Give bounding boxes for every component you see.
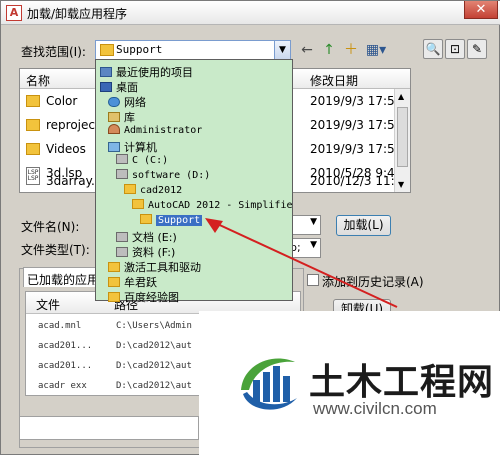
item-date: 2019/9/3 17:59: [310, 118, 403, 132]
item-name: Videos: [46, 142, 86, 156]
row-file: acadr exx: [38, 381, 87, 391]
dropdown-item[interactable]: cad2012: [124, 184, 182, 199]
watermark-title: 土木工程网: [309, 362, 495, 403]
status-field: [19, 416, 199, 440]
autocad-app-icon: A: [6, 5, 22, 21]
row-path: D:\cad2012\aut: [116, 381, 192, 391]
dropdown-item-label: 牟君跃: [124, 276, 157, 289]
vertical-scrollbar[interactable]: ▲ ▼: [394, 89, 410, 192]
folder-icon: [26, 119, 40, 131]
dropdown-item[interactable]: 库: [108, 109, 135, 124]
item-date: 2019/9/3 17:59: [310, 142, 403, 156]
dropdown-item-label: Support: [156, 215, 203, 226]
dropdown-item[interactable]: Administrator: [108, 124, 202, 139]
dropdown-item[interactable]: software (D:): [116, 169, 210, 184]
dropdown-item[interactable]: 文档 (E:): [116, 229, 177, 244]
folder-icon: [132, 199, 144, 209]
row-path: D:\cad2012\aut: [116, 341, 192, 351]
dropdown-item[interactable]: 网络: [108, 94, 146, 109]
look-in-label: 查找范围(I):: [21, 45, 86, 59]
dropdown-item[interactable]: 百度经验图: [108, 289, 179, 304]
row-file: acad.mnl: [38, 321, 82, 331]
network-icon: [108, 97, 120, 107]
views-icon[interactable]: ▦▾: [363, 40, 389, 60]
dropdown-item-selected[interactable]: Support: [140, 214, 203, 229]
watermark-url: www.civilcn.com: [313, 399, 437, 418]
title-bar[interactable]: A 加载/卸载应用程序 ✕: [1, 1, 500, 25]
folder-icon: [140, 214, 152, 224]
close-button[interactable]: ✕: [464, 1, 498, 19]
scroll-thumb[interactable]: [397, 107, 408, 167]
find-icon[interactable]: 🔍: [423, 39, 443, 59]
dropdown-item-label: software (D:): [132, 170, 211, 181]
folder-icon: [100, 44, 114, 56]
dropdown-item-label: AutoCAD 2012 - Simplifie: [148, 200, 293, 211]
row-file: acad201...: [38, 341, 93, 351]
drive-icon: [116, 247, 128, 257]
dropdown-item[interactable]: 最近使用的项目: [100, 64, 193, 79]
recent-icon: [100, 67, 112, 77]
dropdown-item[interactable]: 桌面: [100, 79, 138, 94]
dropdown-item-label: 最近使用的项目: [116, 66, 193, 79]
item-name: Color: [46, 94, 78, 108]
folder-icon: [108, 292, 120, 302]
folder-icon: [108, 277, 120, 287]
look-in-value: Support: [116, 43, 163, 56]
desktop-icon: [100, 82, 112, 92]
scroll-up-icon[interactable]: ▲: [398, 92, 404, 101]
preview-icon[interactable]: ⊡: [445, 39, 465, 59]
column-name[interactable]: 名称: [26, 72, 50, 89]
column-modified[interactable]: 修改日期: [310, 72, 358, 89]
row-path: D:\cad2012\aut: [116, 361, 192, 371]
dropdown-item-label: 文档 (E:): [132, 231, 177, 244]
user-icon: [108, 124, 120, 134]
dropdown-item[interactable]: C (C:): [116, 154, 168, 169]
computer-icon: [108, 142, 120, 152]
window-title: 加载/卸载应用程序: [27, 7, 128, 21]
folder-icon: [124, 184, 136, 194]
dropdown-item-label: 网络: [124, 96, 146, 109]
look-in-combo[interactable]: Support ▼: [95, 40, 291, 60]
dropdown-item-label: C (C:): [132, 155, 169, 166]
dropdown-item[interactable]: 资料 (F:): [116, 244, 175, 259]
back-icon[interactable]: ←: [297, 40, 317, 60]
drive-icon: [116, 154, 128, 164]
row-path: C:\Users\Admin: [116, 321, 192, 331]
dropdown-item-label: cad2012: [140, 185, 183, 196]
edit-icon[interactable]: ✎: [467, 39, 487, 59]
load-unload-dialog: A 加载/卸载应用程序 ✕ 查找范围(I): Support ▼ ← ↑ ＋ ▦…: [0, 0, 500, 456]
folder-icon: [26, 95, 40, 107]
civilcn-logo-icon: [241, 358, 297, 410]
new-folder-icon[interactable]: ＋: [341, 40, 361, 60]
item-date: 2019/9/3 17:59: [310, 94, 403, 108]
dropdown-item[interactable]: 牟君跃: [108, 274, 157, 289]
dropdown-item-label: 计算机: [124, 141, 157, 154]
folder-icon: [26, 143, 40, 155]
annotation-arrow: [205, 218, 398, 308]
dropdown-item-label: 百度经验图: [124, 291, 179, 304]
row-file: acad201...: [38, 361, 93, 371]
scroll-down-icon[interactable]: ▼: [398, 180, 404, 189]
dropdown-item[interactable]: 计算机: [108, 139, 157, 154]
file-type-label: 文件类型(T):: [21, 243, 90, 257]
drive-icon: [116, 169, 128, 179]
item-name: reproject: [46, 118, 100, 132]
library-icon: [108, 112, 120, 122]
dropdown-item-label: Administrator: [124, 125, 203, 136]
filename-label: 文件名(N):: [21, 220, 80, 234]
chevron-down-icon[interactable]: ▼: [274, 41, 290, 59]
up-folder-icon[interactable]: ↑: [319, 40, 339, 60]
folder-icon: [108, 262, 120, 272]
dropdown-item-label: 激活工具和驱动: [124, 261, 201, 274]
column-file[interactable]: 文件: [36, 296, 60, 313]
dropdown-item-label: 库: [124, 111, 135, 124]
dropdown-item-label: 资料 (F:): [132, 246, 176, 259]
drive-icon: [116, 232, 128, 242]
lisp-file-icon: LSP: [26, 174, 40, 185]
dropdown-item[interactable]: 激活工具和驱动: [108, 259, 201, 274]
dropdown-item-label: 桌面: [116, 81, 138, 94]
